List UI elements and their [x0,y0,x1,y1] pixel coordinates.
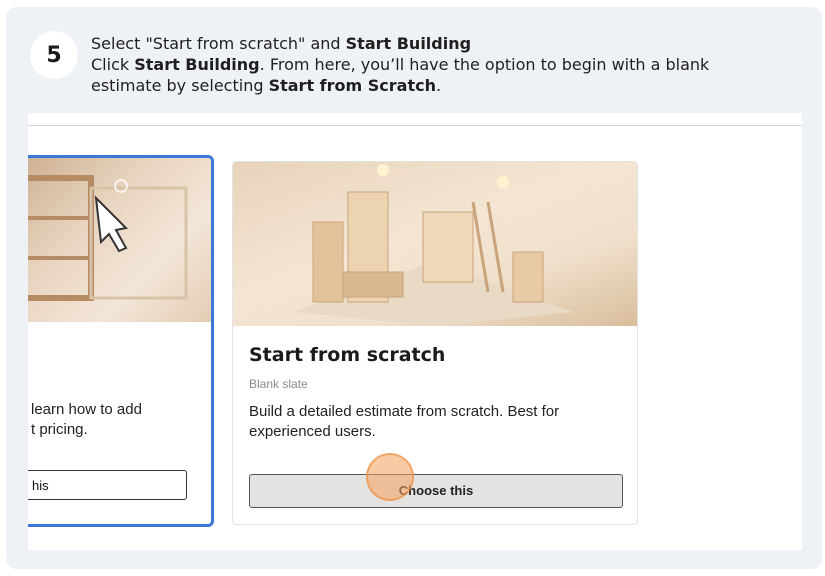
tutorial-step-panel: 5 Select "Start from scratch" and Start … [6,7,822,569]
choose-template-button[interactable]: his [28,470,187,500]
divider [28,125,802,126]
card-image [28,158,211,322]
step-body: Click Start Building. From here, you’ll … [91,55,710,95]
framing-illustration-icon [28,175,188,301]
step-number-badge: 5 [30,31,78,79]
card-title: Start from scratch [249,344,446,366]
start-from-scratch-card[interactable]: Start from scratch Blank slate Build a d… [232,161,638,525]
template-card-selected[interactable]: learn how to add t pricing. his [28,155,214,527]
lumber-warehouse-illustration-icon [293,164,573,326]
card-image [233,162,637,326]
card-description: learn how to add t pricing. [31,401,142,438]
step-heading: Select "Start from scratch" and Start Bu… [91,34,472,53]
step-instructions: Select "Start from scratch" and Start Bu… [91,33,781,96]
card-description: Build a detailed estimate from scratch. … [249,403,560,440]
card-subtitle: Blank slate [249,377,308,391]
screenshot-area: learn how to add t pricing. his Start fr… [28,113,802,550]
cursor-icon [94,195,129,253]
choose-this-button[interactable]: Choose this [249,474,623,508]
click-indicator [366,453,414,501]
